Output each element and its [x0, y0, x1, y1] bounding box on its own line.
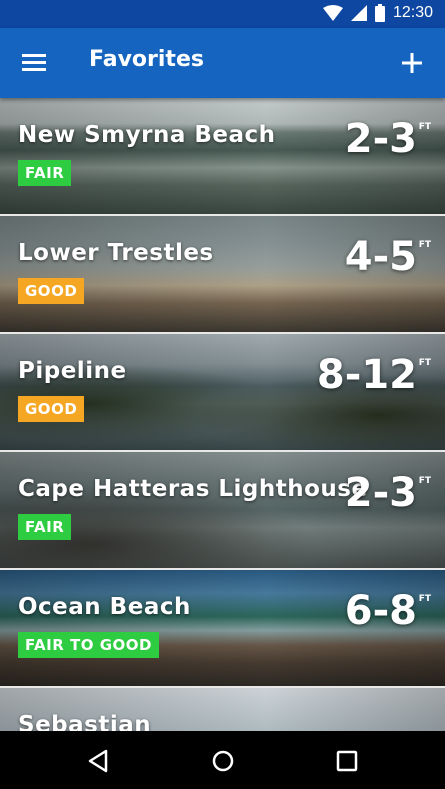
spot-name: Lower Trestles [18, 240, 214, 266]
rating-badge: FAIR [18, 514, 72, 540]
spot-pipeline[interactable]: Pipeline GOOD 8-12 FT [0, 334, 445, 452]
spot-name: Cape Hatteras Lighthouse [18, 476, 368, 502]
status-time: 12:30 [392, 4, 433, 21]
signal-icon [350, 5, 367, 21]
favorites-list: New Smyrna Beach FAIR 2-3 FT Lower Trest… [0, 98, 445, 731]
spot-name: Sebastian [18, 712, 152, 731]
rating-badge: GOOD [18, 396, 85, 422]
page-title: Favorites [89, 47, 204, 72]
wifi-icon [322, 5, 343, 21]
spot-ocean-beach[interactable]: Ocean Beach FAIR TO GOOD 6-8 FT [0, 570, 445, 688]
battery-icon [374, 4, 385, 22]
app-bar: Favorites [0, 28, 445, 98]
spot-cape-hatteras-lighthouse[interactable]: Cape Hatteras Lighthouse FAIR 2-3 FT [0, 452, 445, 570]
height-unit: FT [418, 594, 431, 604]
rating-badge: GOOD [18, 278, 85, 304]
add-icon[interactable] [399, 50, 425, 76]
wave-height: 4-5 [344, 234, 417, 280]
spot-lower-trestles[interactable]: Lower Trestles GOOD 4-5 FT [0, 216, 445, 334]
spot-sebastian[interactable]: Sebastian [0, 688, 445, 731]
navigation-bar [0, 731, 445, 789]
wave-height: 2-3 [344, 470, 417, 516]
spot-new-smyrna-beach[interactable]: New Smyrna Beach FAIR 2-3 FT [0, 98, 445, 216]
home-icon[interactable] [210, 748, 236, 774]
back-icon[interactable] [86, 748, 112, 774]
wave-height: 6-8 [344, 588, 417, 634]
height-unit: FT [418, 122, 431, 132]
spot-name: Pipeline [18, 358, 127, 384]
recents-icon[interactable] [334, 748, 360, 774]
wave-height: 8-12 [316, 352, 417, 398]
rating-badge: FAIR TO GOOD [18, 632, 159, 658]
menu-icon[interactable] [20, 49, 50, 77]
height-unit: FT [418, 476, 431, 486]
height-unit: FT [418, 240, 431, 250]
height-unit: FT [418, 358, 431, 368]
status-bar: 12:30 [0, 0, 445, 28]
rating-badge: FAIR [18, 160, 72, 186]
spot-name: Ocean Beach [18, 594, 191, 620]
spot-name: New Smyrna Beach [18, 122, 276, 148]
wave-height: 2-3 [344, 116, 417, 162]
